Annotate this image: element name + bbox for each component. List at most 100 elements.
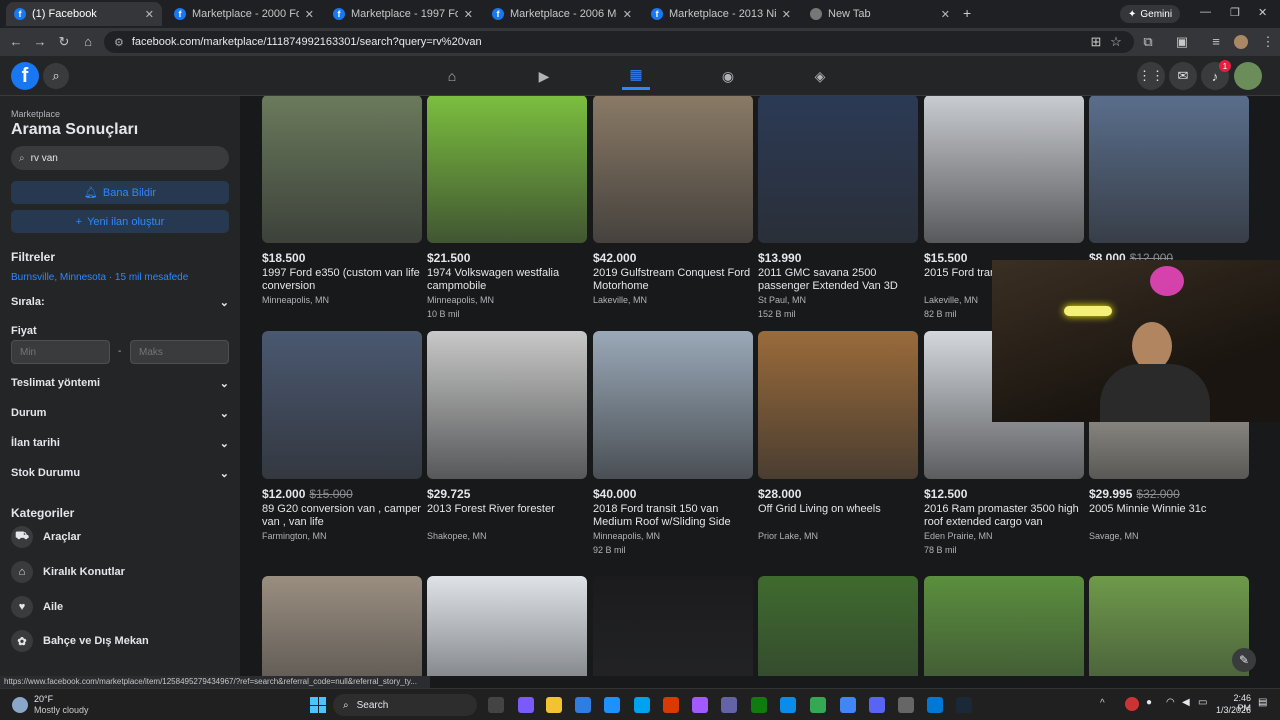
search-icon[interactable]: ⌕: [43, 63, 69, 89]
teams-icon[interactable]: [721, 697, 737, 713]
filter-delivery-method[interactable]: Teslimat yöntemi ⌄: [11, 377, 229, 390]
volume-icon[interactable]: ◀: [1182, 697, 1190, 708]
category-garden-outdoor[interactable]: ✿ Bahçe ve Dış Mekan: [11, 630, 149, 652]
listing-photo[interactable]: [924, 576, 1084, 676]
discord-icon[interactable]: [869, 697, 885, 713]
listing-photo[interactable]: [262, 331, 422, 479]
listing-card[interactable]: $13.990 2011 GMC savana 2500 passenger Ex…: [758, 96, 918, 319]
category-rentals[interactable]: ⌂ Kiralık Konutlar: [11, 561, 125, 583]
tab-new-tab[interactable]: New Tab ✕: [802, 2, 958, 26]
listing-card[interactable]: [262, 576, 422, 676]
snipping-icon[interactable]: [692, 697, 708, 713]
search-input[interactable]: ⌕ rv van: [11, 146, 229, 170]
close-tab-icon[interactable]: ✕: [782, 8, 791, 21]
tray-app-icon[interactable]: [1125, 697, 1139, 711]
listing-card[interactable]: $18.500 1997 Ford e350 (custom van life c…: [262, 96, 422, 305]
listing-title[interactable]: 1997 Ford e350 (custom van life conversi…: [262, 267, 422, 294]
sort-dropdown[interactable]: Sırala: ⌄: [11, 296, 229, 309]
category-family[interactable]: ♥ Aile: [11, 596, 63, 618]
site-info-icon[interactable]: ⚙: [114, 36, 124, 49]
listing-title[interactable]: 2016 Ram promaster 3500 high roof extend…: [924, 503, 1084, 530]
tab-marketplace-1997-ford[interactable]: f Marketplace - 1997 Ford e350 ✕: [325, 2, 481, 26]
menu-grid-icon[interactable]: ⋮⋮: [1137, 62, 1165, 90]
chrome-icon[interactable]: [810, 697, 826, 713]
marketplace-nav-icon[interactable]: ▦: [622, 62, 650, 90]
profile-avatar[interactable]: [1234, 35, 1248, 49]
listing-title[interactable]: 2013 Forest River forester: [427, 503, 587, 530]
close-tab-icon[interactable]: ✕: [464, 8, 473, 21]
listing-title[interactable]: 2019 Gulfstream Conquest Ford Motorhome: [593, 267, 753, 294]
weather-temp[interactable]: 20°F: [34, 694, 53, 704]
home-nav-icon[interactable]: ⌂: [438, 62, 466, 90]
listing-photo[interactable]: [758, 576, 918, 676]
listing-card[interactable]: [924, 576, 1084, 676]
listing-card[interactable]: [593, 576, 753, 676]
microphone-icon[interactable]: ●: [1146, 697, 1152, 708]
listing-title[interactable]: 89 G20 conversion van , camper van , van…: [262, 503, 422, 530]
listing-title[interactable]: 2018 Ford transit 150 van Medium Roof w/…: [593, 503, 753, 530]
taskbar-search[interactable]: ⌕ Search: [333, 694, 477, 716]
tab-marketplace-2006-mercedes[interactable]: f Marketplace - 2006 Mercedes ✕: [484, 2, 640, 26]
listing-photo[interactable]: [1089, 576, 1249, 676]
listing-card[interactable]: $21.500 1974 Volkswagen westfalia campmob…: [427, 96, 587, 319]
tray-chevron-icon[interactable]: ^: [1100, 698, 1105, 709]
close-window-icon[interactable]: ✕: [1258, 6, 1267, 19]
github-icon[interactable]: [898, 697, 914, 713]
notify-me-button[interactable]: 🔔︎ Bana Bildir: [11, 181, 229, 204]
listing-card[interactable]: [1089, 576, 1249, 676]
listing-photo[interactable]: [758, 96, 918, 243]
chrome-menu-icon[interactable]: ⋮: [1256, 34, 1280, 50]
listing-photo[interactable]: [593, 576, 753, 676]
compose-edit-icon[interactable]: ✎: [1232, 648, 1256, 672]
listing-card[interactable]: $29.725 2013 Forest River forester Shakope…: [427, 331, 587, 541]
listing-card[interactable]: [758, 576, 918, 676]
filter-date-listed[interactable]: İlan tarihi ⌄: [11, 437, 229, 450]
listing-photo[interactable]: [262, 576, 422, 676]
listing-card[interactable]: $42.000 2019 Gulfstream Conquest Ford Mot…: [593, 96, 753, 305]
copilot-icon[interactable]: [518, 697, 534, 713]
listing-title[interactable]: 2011 GMC savana 2500 passenger Extended …: [758, 267, 918, 294]
close-tab-icon[interactable]: ✕: [145, 8, 154, 21]
listing-photo[interactable]: [1089, 96, 1249, 243]
category-vehicles[interactable]: ⛟ Araçlar: [11, 526, 81, 548]
battery-icon[interactable]: ▭: [1198, 697, 1207, 708]
listing-photo[interactable]: [262, 96, 422, 243]
listing-photo[interactable]: [427, 331, 587, 479]
forward-icon[interactable]: →: [28, 34, 52, 49]
minimize-icon[interactable]: —: [1200, 6, 1211, 18]
wifi-icon[interactable]: ◠: [1166, 697, 1175, 708]
tab-marketplace-2013-nissan[interactable]: f Marketplace - 2013 Nissan TITA ✕: [643, 2, 799, 26]
groups-nav-icon[interactable]: ◉: [714, 62, 742, 90]
gemini-button[interactable]: ✦ Gemini: [1120, 5, 1181, 23]
facebook-logo[interactable]: f: [11, 62, 39, 90]
edge-icon[interactable]: [780, 697, 796, 713]
listing-card[interactable]: $40.000 2018 Ford transit 150 van Medium …: [593, 331, 753, 555]
listing-card[interactable]: $28.000 Off Grid Living on wheels Prior La…: [758, 331, 918, 541]
xbox-icon[interactable]: [751, 697, 767, 713]
listing-photo[interactable]: [427, 96, 587, 243]
video-nav-icon[interactable]: ▶: [530, 62, 558, 90]
tab-marketplace-2000-ford[interactable]: f Marketplace - 2000 Ford Coach ✕: [166, 2, 322, 26]
reload-icon[interactable]: ↻: [52, 34, 76, 50]
listing-photo[interactable]: [758, 331, 918, 479]
filter-availability[interactable]: Stok Durumu ⌄: [11, 467, 229, 480]
listing-title[interactable]: 1974 Volkswagen westfalia campmobile: [427, 267, 587, 294]
steam-icon[interactable]: [956, 697, 972, 713]
filter-condition[interactable]: Durum ⌄: [11, 407, 229, 420]
restore-icon[interactable]: ❐: [1230, 6, 1240, 19]
task-view-icon[interactable]: [488, 697, 504, 713]
mail-icon[interactable]: [604, 697, 620, 713]
listing-card[interactable]: [427, 576, 587, 676]
office-icon[interactable]: [663, 697, 679, 713]
listing-title[interactable]: 2005 Minnie Winnie 31c: [1089, 503, 1249, 530]
media-controls-icon[interactable]: ≡: [1204, 34, 1228, 49]
windows-start-icon[interactable]: [310, 697, 326, 713]
store-icon[interactable]: [575, 697, 591, 713]
tab-facebook[interactable]: f (1) Facebook ✕: [6, 2, 162, 26]
new-tab-button[interactable]: +: [963, 5, 971, 21]
close-tab-icon[interactable]: ✕: [305, 8, 314, 21]
listing-photo[interactable]: [427, 576, 587, 676]
back-icon[interactable]: ←: [4, 34, 28, 49]
clock-date[interactable]: 1/3/2026: [1211, 705, 1251, 715]
location-link[interactable]: Burnsville, Minnesota · 15 mil mesafede: [11, 272, 188, 283]
